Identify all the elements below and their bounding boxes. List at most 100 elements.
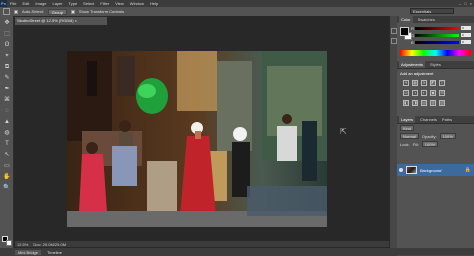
brush-tool-icon[interactable]: ⌘ [3, 97, 11, 104]
blue-slider[interactable] [415, 41, 459, 44]
black-white-icon[interactable]: ◐ [421, 90, 427, 96]
pen-tool-icon[interactable]: ↖ [3, 152, 11, 159]
channel-mixer-icon[interactable]: ⊞ [439, 90, 445, 96]
tab-color[interactable]: Color [399, 16, 413, 23]
tab-channels[interactable]: Channels [420, 117, 437, 122]
move-tool-icon[interactable]: ✥ [3, 20, 11, 27]
cursor-icon: ⇱ [340, 127, 347, 136]
tab-styles[interactable]: Styles [430, 62, 441, 67]
menu-type[interactable]: Type [66, 1, 81, 6]
tab-adjustments[interactable]: Adjustments [399, 61, 426, 68]
opacity-label: Opacity: [421, 133, 437, 139]
red-slider[interactable] [415, 27, 459, 30]
menu-help[interactable]: Help [147, 1, 161, 6]
background-color-swatch[interactable] [6, 240, 12, 246]
marquee-tool-icon[interactable]: ⬚ [3, 31, 11, 38]
color-balance-icon[interactable]: ◑ [412, 90, 418, 96]
close-button[interactable]: × [470, 1, 472, 6]
show-transform-label: Show Transform Controls [78, 9, 125, 14]
menu-image[interactable]: Image [32, 1, 49, 6]
menu-filter[interactable]: Filter [97, 1, 112, 6]
clone-stamp-tool-icon[interactable]: ◌ [3, 108, 11, 115]
menu-file[interactable]: File [7, 1, 19, 6]
crop-tool-icon[interactable]: ⧉ [3, 64, 11, 71]
red-channel-label: R [411, 26, 414, 31]
curves-icon[interactable]: ≋ [421, 80, 427, 86]
path-select-tool-icon[interactable]: ✋ [3, 174, 11, 181]
invert-icon[interactable]: ◧ [403, 100, 409, 106]
quick-select-tool-icon[interactable]: ⌖ [3, 53, 11, 60]
green-channel-label: G [411, 33, 415, 38]
auto-select-label: Auto-Select: [22, 9, 44, 14]
tools-panel: ✥ ⬚ ʘ ⌖ ⧉ ✎ ✒ ⌘ ◌ ▲ ◍ T ↖ ▭ ✋ 🔍 [0, 16, 14, 252]
layer-row-background[interactable]: Background 🔒 [397, 164, 474, 176]
layers-lock-row: Lock: Fill: 100% [397, 140, 474, 148]
lock-icon: 🔒 [464, 167, 471, 173]
tab-mini-bridge[interactable]: Mini Bridge [15, 249, 42, 255]
right-panels: Color Swatches R 0 G 0 B 0 Adjustments S… [397, 16, 474, 256]
lasso-tool-icon[interactable]: ʘ [3, 42, 11, 49]
selective-color-icon[interactable]: ▧ [439, 100, 445, 106]
type-tool-icon[interactable]: ▭ [3, 163, 11, 170]
eyedropper-tool-icon[interactable]: ✎ [3, 75, 11, 82]
fill-field[interactable]: 100% [421, 141, 439, 147]
posterize-icon[interactable]: ◨ [412, 100, 418, 106]
options-bar: Auto-Select: Group Show Transform Contro… [0, 7, 474, 16]
fill-label: Fill: [412, 141, 419, 147]
adjustments-panel-tabs: Adjustments Styles [397, 61, 474, 68]
opacity-field[interactable]: 100% [439, 133, 456, 139]
levels-icon[interactable]: ▦ [412, 80, 418, 86]
zoom-level[interactable]: 12.5% [17, 242, 28, 247]
adjustments-row-2: ⚖ ◑ ◐ ▣ ⊞ [397, 88, 474, 98]
menu-edit[interactable]: Edit [19, 1, 32, 6]
red-value-field[interactable]: 0 [461, 26, 471, 30]
layers-blend-row: Normal Opacity: 100% [397, 132, 474, 140]
layers-filter-row: Kind [397, 124, 474, 132]
dodge-tool-icon[interactable]: T [3, 141, 11, 148]
layer-kind-filter[interactable]: Kind [400, 125, 415, 131]
document-tab[interactable]: SkuthoStreet @ 12.5% (RGB/8) × [15, 17, 107, 25]
menu-window[interactable]: Window [127, 1, 147, 6]
auto-select-checkbox[interactable] [14, 9, 18, 14]
tab-paths[interactable]: Paths [442, 117, 452, 122]
brightness-icon[interactable]: ☀ [403, 80, 409, 86]
status-bar: 12.5% Doc: 29.0M/29.0M [15, 241, 390, 247]
menu-layer[interactable]: Layer [49, 1, 65, 6]
exposure-icon[interactable]: ◩ [430, 80, 436, 86]
show-transform-checkbox[interactable] [70, 9, 75, 14]
maximize-button[interactable]: □ [464, 1, 466, 6]
threshold-icon[interactable]: ▤ [421, 100, 427, 106]
auto-select-dropdown[interactable]: Group [47, 8, 67, 15]
adjustments-row-3: ◧ ◨ ▤ ▥ ▧ [397, 98, 474, 108]
adjustments-row-1: ☀ ▦ ≋ ◩ ▽ [397, 78, 474, 88]
blue-value-field[interactable]: 0 [461, 40, 471, 44]
healing-brush-tool-icon[interactable]: ✒ [3, 86, 11, 93]
vibrance-icon[interactable]: ▽ [439, 80, 445, 86]
blend-mode-dropdown[interactable]: Normal [400, 133, 419, 139]
minimize-button[interactable]: – [459, 1, 461, 6]
gradient-tool-icon[interactable]: ◍ [3, 130, 11, 137]
green-value-field[interactable]: 0 [461, 33, 471, 37]
foreground-color-chip[interactable] [400, 27, 409, 36]
layer-name: Background [420, 167, 442, 173]
photo-filter-icon[interactable]: ▣ [430, 90, 436, 96]
color-swatches[interactable] [2, 236, 12, 246]
eraser-tool-icon[interactable]: ▲ [3, 119, 11, 126]
tab-timeline[interactable]: Timeline [47, 250, 62, 255]
workspace-switcher[interactable]: Essentials [410, 8, 454, 14]
tab-layers[interactable]: Layers [399, 116, 416, 123]
document-image[interactable] [67, 51, 327, 227]
visibility-eye-icon[interactable] [399, 168, 403, 172]
shape-tool-icon[interactable]: 🔍 [3, 185, 11, 192]
menu-select[interactable]: Select [80, 1, 97, 6]
gradient-map-icon[interactable]: ▥ [430, 100, 436, 106]
move-tool-preset-icon[interactable] [3, 8, 10, 15]
green-slider[interactable] [415, 34, 459, 37]
menu-view[interactable]: View [112, 1, 127, 6]
menu-bar: Ps File Edit Image Layer Type Select Fil… [0, 0, 474, 7]
color-spectrum[interactable] [400, 50, 471, 56]
hue-saturation-icon[interactable]: ⚖ [403, 90, 409, 96]
tab-swatches[interactable]: Swatches [418, 17, 435, 22]
collapsed-panels-strip [389, 16, 397, 248]
blue-channel-label: B [411, 40, 414, 45]
